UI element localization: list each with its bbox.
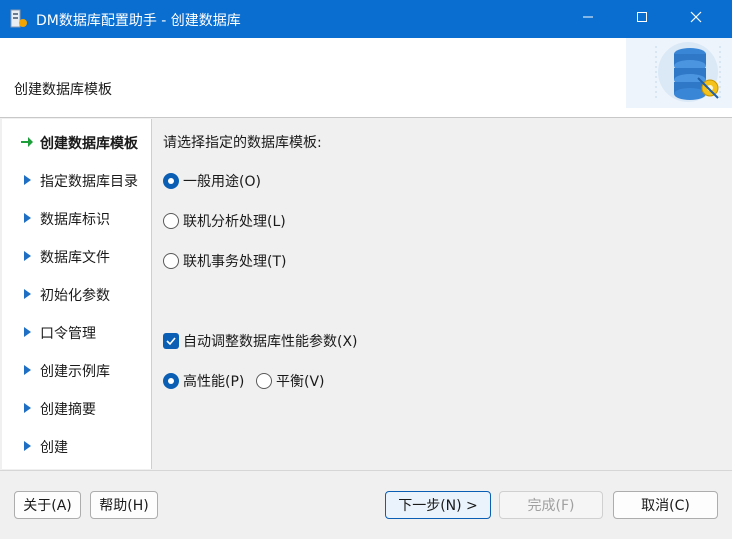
radio-olap[interactable]: 联机分析处理(L) (163, 211, 286, 231)
template-panel: 请选择指定的数据库模板: 一般用途(O) 联机分析处理(L) 联机事务处理(T)… (153, 119, 730, 469)
about-button[interactable]: 关于(A) (14, 491, 81, 519)
sidebar-item-label: 数据库标识 (40, 212, 110, 228)
triangle-right-icon (20, 211, 34, 225)
help-button[interactable]: 帮助(H) (90, 491, 158, 519)
database-gear-icon (626, 38, 732, 108)
app-icon (10, 9, 28, 29)
sidebar-item-init-params[interactable]: 初始化参数 (2, 279, 152, 309)
radio-selected-icon (163, 373, 179, 389)
finish-button: 完成(F) (499, 491, 603, 519)
wizard-steps-sidebar: 创建数据库模板 指定数据库目录 数据库标识 数据库文件 初始化参数 口令管理 创… (2, 119, 152, 469)
option-label: 联机分析处理(L) (183, 214, 286, 230)
sidebar-item-db-identifier[interactable]: 数据库标识 (2, 203, 152, 233)
radio-unselected-icon (256, 373, 272, 389)
close-button[interactable] (673, 0, 719, 38)
radio-unselected-icon (163, 253, 179, 269)
radio-oltp[interactable]: 联机事务处理(T) (163, 251, 286, 271)
sidebar-item-label: 初始化参数 (40, 288, 110, 304)
sidebar-item-label: 口令管理 (40, 326, 96, 342)
radio-unselected-icon (163, 213, 179, 229)
option-label: 一般用途(O) (183, 174, 261, 190)
sidebar-item-db-files[interactable]: 数据库文件 (2, 241, 152, 271)
radio-selected-icon (163, 173, 179, 189)
sidebar-item-label: 创建摘要 (40, 402, 96, 418)
triangle-right-icon (20, 439, 34, 453)
sidebar-item-label: 创建数据库模板 (40, 136, 138, 152)
sidebar-item-password[interactable]: 口令管理 (2, 317, 152, 347)
green-arrow-icon (20, 135, 34, 149)
triangle-right-icon (20, 173, 34, 187)
maximize-button[interactable] (619, 0, 665, 38)
option-label: 平衡(V) (276, 374, 325, 390)
sidebar-item-create-template[interactable]: 创建数据库模板 (2, 127, 152, 157)
sidebar-item-sample-db[interactable]: 创建示例库 (2, 355, 152, 385)
sidebar-item-db-directory[interactable]: 指定数据库目录 (2, 165, 152, 195)
triangle-right-icon (20, 401, 34, 415)
next-button[interactable]: 下一步(N) > (385, 491, 491, 519)
sidebar-item-label: 指定数据库目录 (40, 174, 138, 190)
maximize-icon (636, 11, 648, 27)
title-bar: DM数据库配置助手 - 创建数据库 (0, 0, 732, 38)
minimize-button[interactable] (565, 0, 611, 38)
triangle-right-icon (20, 325, 34, 339)
sidebar-item-create[interactable]: 创建 (2, 431, 152, 461)
close-icon (690, 11, 702, 27)
wizard-footer: 关于(A) 帮助(H) 下一步(N) > 完成(F) 取消(C) (0, 470, 732, 539)
triangle-right-icon (20, 249, 34, 263)
window-title: DM数据库配置助手 - 创建数据库 (36, 13, 241, 29)
triangle-right-icon (20, 287, 34, 301)
auto-tune-checkbox[interactable]: 自动调整数据库性能参数(X) (163, 331, 358, 351)
option-label: 高性能(P) (183, 374, 245, 390)
sidebar-item-label: 数据库文件 (40, 250, 110, 266)
sidebar-item-label: 创建 (40, 440, 68, 456)
radio-balanced[interactable]: 平衡(V) (256, 371, 325, 391)
checkbox-checked-icon (163, 333, 179, 349)
sidebar-item-label: 创建示例库 (40, 364, 110, 380)
triangle-right-icon (20, 363, 34, 377)
option-label: 联机事务处理(T) (183, 254, 287, 270)
radio-high-performance[interactable]: 高性能(P) (163, 371, 244, 391)
wizard-header: 创建数据库模板 (0, 38, 732, 118)
radio-general-purpose[interactable]: 一般用途(O) (163, 171, 261, 191)
minimize-icon (582, 11, 594, 27)
sidebar-item-summary[interactable]: 创建摘要 (2, 393, 152, 423)
checkbox-label: 自动调整数据库性能参数(X) (183, 334, 358, 350)
cancel-button[interactable]: 取消(C) (613, 491, 718, 519)
page-title: 创建数据库模板 (14, 82, 112, 98)
template-prompt: 请选择指定的数据库模板: (163, 135, 322, 151)
